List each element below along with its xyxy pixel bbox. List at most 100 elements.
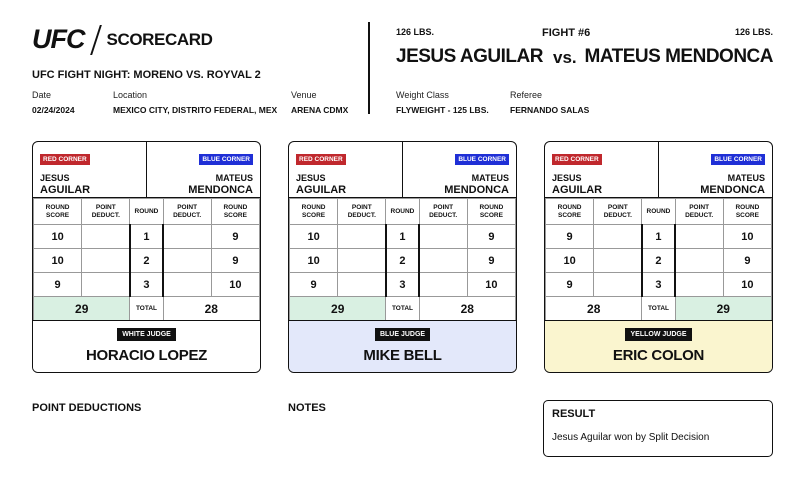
meta-location: Location MEXICO CITY, DISTRITO FEDERAL, … xyxy=(113,90,277,115)
header-round: ROUND xyxy=(385,198,420,225)
header-point-deduct: POINT DEDUCT. xyxy=(674,198,724,225)
weight-class-value: FLYWEIGHT - 125 LBS. xyxy=(396,105,489,115)
blue-corner: BLUE CORNER MATEUS MENDONCA xyxy=(659,142,772,197)
red-round-score: 9 xyxy=(33,272,83,297)
red-point-deduction xyxy=(81,248,131,273)
red-corner-name: JESUS AGUILAR xyxy=(296,172,395,196)
blue-last-name: MENDONCA xyxy=(700,184,765,196)
round-number: 3 xyxy=(640,272,677,297)
location-value: MEXICO CITY, DISTRITO FEDERAL, MEX xyxy=(113,105,278,115)
corner-header: RED CORNER JESUS AGUILAR BLUE CORNER MAT… xyxy=(289,142,516,198)
score-table-header: ROUND SCORE POINT DEDUCT. ROUND POINT DE… xyxy=(33,198,260,225)
referee-value: FERNANDO SALAS xyxy=(510,105,590,115)
blue-total: 29 xyxy=(674,296,772,321)
blue-round-score: 9 xyxy=(466,224,516,249)
round-row: 9 1 10 xyxy=(545,224,772,249)
header-divider xyxy=(368,22,370,114)
ufc-logo-text: UFC xyxy=(32,24,85,54)
red-total: 29 xyxy=(289,296,387,321)
blue-corner-name: MATEUS MENDONCA xyxy=(154,172,253,196)
red-corner-name: JESUS AGUILAR xyxy=(552,172,651,196)
header-point-deduct: POINT DEDUCT. xyxy=(162,198,212,225)
red-corner: RED CORNER JESUS AGUILAR xyxy=(545,142,659,197)
total-row: 28 TOTAL 29 xyxy=(545,296,772,321)
corner-header: RED CORNER JESUS AGUILAR BLUE CORNER MAT… xyxy=(545,142,772,198)
header-point-deduct: POINT DEDUCT. xyxy=(593,198,643,225)
notes-title: NOTES xyxy=(288,402,326,414)
header-round-score: ROUND SCORE xyxy=(722,198,772,225)
blue-round-score: 10 xyxy=(722,272,772,297)
blue-first-name: MATEUS xyxy=(471,173,509,183)
venue-value: ARENA CDMX xyxy=(291,105,349,115)
blue-corner-badge: BLUE CORNER xyxy=(199,154,253,165)
referee-label: Referee xyxy=(510,90,543,100)
blue-first-name: MATEUS xyxy=(215,173,253,183)
scorecard-judge-3: RED CORNER JESUS AGUILAR BLUE CORNER MAT… xyxy=(544,141,773,373)
red-fighter-weight: 126 LBS. xyxy=(396,27,435,37)
judge-name: HORACIO LOPEZ xyxy=(85,347,208,364)
red-first-name: JESUS xyxy=(296,173,326,183)
blue-point-deduction xyxy=(162,248,212,273)
score-table-header: ROUND SCORE POINT DEDUCT. ROUND POINT DE… xyxy=(289,198,516,225)
round-number: 1 xyxy=(384,224,421,249)
red-point-deduction xyxy=(81,272,131,297)
round-row: 9 3 10 xyxy=(289,272,516,297)
round-row: 9 3 10 xyxy=(545,272,772,297)
round-number: 2 xyxy=(128,248,165,273)
red-round-score: 9 xyxy=(545,272,595,297)
blue-corner-name: MATEUS MENDONCA xyxy=(666,172,765,196)
result-title: RESULT xyxy=(552,408,596,420)
red-point-deduction xyxy=(337,224,387,249)
blue-point-deduction xyxy=(418,272,468,297)
red-first-name: JESUS xyxy=(40,173,70,183)
red-corner-name: JESUS AGUILAR xyxy=(40,172,139,196)
score-table: ROUND SCORE POINT DEDUCT. ROUND POINT DE… xyxy=(33,198,260,321)
header-round: ROUND xyxy=(129,198,164,225)
blue-round-score: 10 xyxy=(210,272,260,297)
header-round-score: ROUND SCORE xyxy=(466,198,516,225)
blue-point-deduction xyxy=(674,224,724,249)
header-round-score: ROUND SCORE xyxy=(33,198,83,225)
scorecard-judge-2: RED CORNER JESUS AGUILAR BLUE CORNER MAT… xyxy=(288,141,517,373)
blue-point-deduction xyxy=(162,272,212,297)
blue-point-deduction xyxy=(418,248,468,273)
blue-corner: BLUE CORNER MATEUS MENDONCA xyxy=(403,142,516,197)
blue-fighter-name: MATEUS MENDONCA xyxy=(584,46,774,67)
total-label: TOTAL xyxy=(385,296,420,321)
blue-point-deduction xyxy=(162,224,212,249)
location-label: Location xyxy=(113,90,148,100)
blue-corner-badge: BLUE CORNER xyxy=(711,154,765,165)
meta-weight-class: Weight Class FLYWEIGHT - 125 LBS. xyxy=(396,90,489,115)
page-title: SCORECARD xyxy=(106,29,213,49)
total-row: 29 TOTAL 28 xyxy=(33,296,260,321)
red-round-score: 10 xyxy=(289,224,339,249)
round-number: 1 xyxy=(640,224,677,249)
judge-name: MIKE BELL xyxy=(363,347,442,364)
logo-divider xyxy=(89,24,102,55)
weight-class-label: Weight Class xyxy=(396,90,449,100)
judge-section: BLUE JUDGE MIKE BELL xyxy=(289,321,516,372)
meta-venue: Venue ARENA CDMX xyxy=(291,90,348,115)
corner-header: RED CORNER JESUS AGUILAR BLUE CORNER MAT… xyxy=(33,142,260,198)
round-number: 2 xyxy=(384,248,421,273)
total-label: TOTAL xyxy=(641,296,676,321)
blue-last-name: MENDONCA xyxy=(444,184,509,196)
red-corner-badge: RED CORNER xyxy=(552,154,602,165)
event-name: UFC FIGHT NIGHT: MORENO VS. ROYVAL 2 xyxy=(32,69,261,81)
red-point-deduction xyxy=(593,272,643,297)
round-number: 3 xyxy=(384,272,421,297)
red-last-name: AGUILAR xyxy=(296,184,347,196)
red-point-deduction xyxy=(337,248,387,273)
red-point-deduction xyxy=(593,248,643,273)
round-row: 10 2 9 xyxy=(289,248,516,273)
blue-round-score: 10 xyxy=(466,272,516,297)
round-row: 10 2 9 xyxy=(545,248,772,273)
blue-total: 28 xyxy=(418,296,516,321)
ufc-logo: UFC SCORECARD xyxy=(32,24,213,55)
red-corner: RED CORNER JESUS AGUILAR xyxy=(33,142,147,197)
score-table: ROUND SCORE POINT DEDUCT. ROUND POINT DE… xyxy=(545,198,772,321)
red-corner-badge: RED CORNER xyxy=(40,154,90,165)
red-first-name: JESUS xyxy=(552,173,582,183)
red-last-name: AGUILAR xyxy=(40,184,91,196)
judge-badge: BLUE JUDGE xyxy=(374,328,431,341)
